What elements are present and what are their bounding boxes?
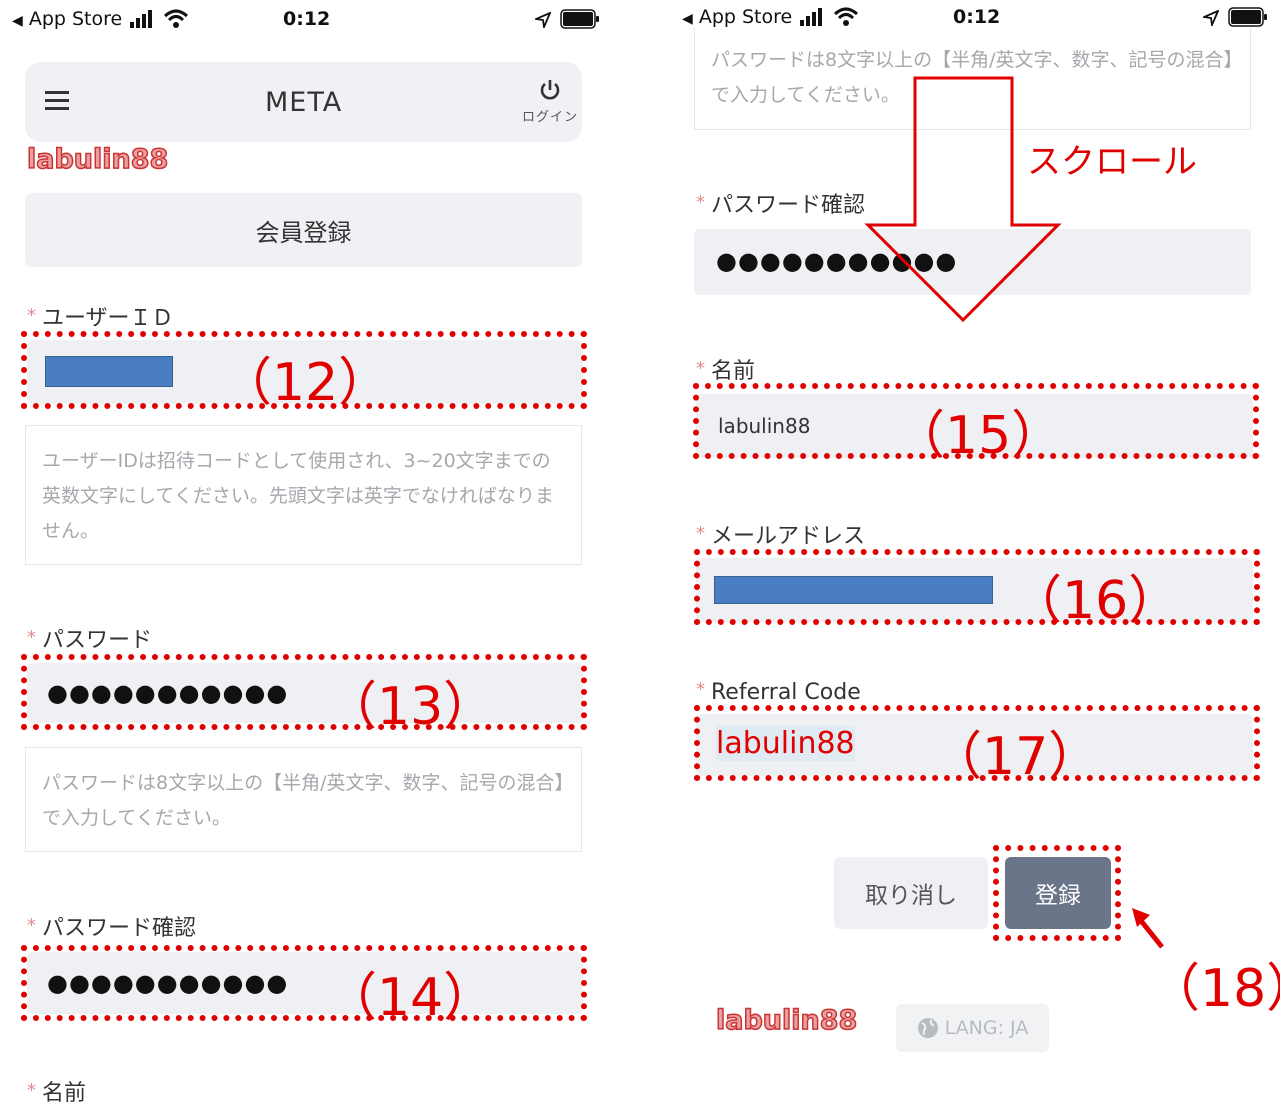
annotation-12: （12） [220,353,391,413]
annotation-17: （17） [930,727,1101,787]
watermark: labulin88 [715,1004,858,1037]
status-back[interactable]: ◀ App Store [682,6,792,28]
password-confirm-label: * パスワード確認 [696,192,866,218]
referral-code-label: * Referral Code [696,679,861,705]
app-title: META [265,87,343,118]
annotation-16: （16） [1010,571,1181,631]
required-mark: * [27,1080,36,1101]
status-back[interactable]: ◀ App Store [12,8,122,30]
power-icon [540,80,560,100]
login-label: ログイン [521,110,578,125]
required-mark: * [696,358,705,379]
battery-icon [560,9,599,29]
required-mark: * [696,523,705,544]
login-button[interactable]: ログイン [520,78,580,125]
name-label: * 名前 [27,1080,87,1106]
password-confirm-label: * パスワード確認 [27,915,197,941]
annotation-18: （18） [1148,959,1280,1019]
scroll-label: スクロール [1027,142,1197,182]
menu-icon[interactable] [45,91,69,111]
location-icon [535,12,551,28]
status-back-label: App Store [698,6,793,28]
tab-register[interactable]: 会員登録 [25,193,582,267]
annotation-box-18 [993,845,1121,941]
required-mark: * [27,305,36,326]
password-label: * パスワード [27,627,153,653]
required-mark: * [27,915,36,936]
globe-icon [917,1018,938,1038]
wifi-icon [833,7,859,26]
required-mark: * [27,627,36,648]
annotation-14: （14） [325,968,496,1028]
name-label: * 名前 [696,358,756,384]
user-id-label: * ユーザーＩＤ [27,305,174,331]
required-mark: * [696,192,705,213]
back-arrow-icon: ◀ [12,13,23,29]
wifi-icon [163,9,189,28]
user-id-hint: ユーザーIDは招待コードとして使用され、3~20文字までの英数文字にしてください… [25,425,582,565]
language-button[interactable]: LANG: JA [896,1004,1049,1052]
annotation-15: （15） [893,406,1064,466]
signal-icon [130,10,152,28]
watermark: labulin88 [26,143,169,176]
annotation-13: （13） [325,677,496,737]
scroll-down-arrow-icon [864,76,1062,323]
required-mark: * [696,679,705,700]
status-time: 0:12 [953,6,1001,28]
cancel-button[interactable]: 取り消し [834,857,988,929]
location-icon [1203,10,1219,26]
annotation-box-14 [21,945,587,1021]
battery-icon [1228,7,1267,27]
annotation-box-13 [21,654,587,730]
email-label: * メールアドレス [696,523,866,549]
language-label: LANG: JA [944,1017,1029,1039]
pointer-arrow-icon [1132,908,1164,949]
back-arrow-icon: ◀ [682,11,693,27]
signal-icon [800,8,822,26]
password-hint: パスワードは8文字以上の【半角/英文字、数字、記号の混合】で入力してください。 [25,747,582,852]
status-time: 0:12 [283,8,331,30]
status-back-label: App Store [28,8,123,30]
